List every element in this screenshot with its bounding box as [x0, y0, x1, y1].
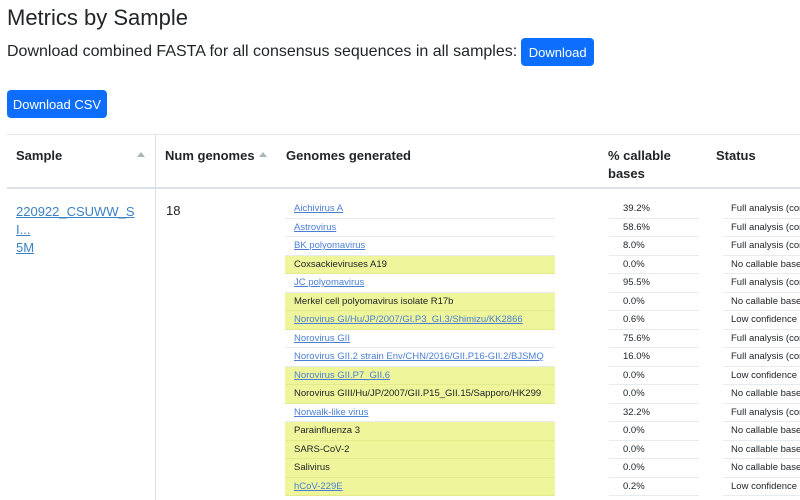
callable-line-1: % callable: [608, 148, 671, 163]
sort-icon[interactable]: [137, 152, 145, 157]
genome-row: Norovirus GII.2 strain Env/CHN/2016/GII.…: [285, 348, 555, 367]
metrics-table: Sample Num genomes Genomes generated % c…: [7, 134, 800, 500]
genome-link[interactable]: Astrovirus: [294, 222, 336, 233]
status-value: Full analysis (consensus): [723, 237, 800, 256]
status-value: Low confidence: [723, 311, 800, 330]
genome-link[interactable]: Norwalk-like virus: [294, 407, 368, 418]
num-genomes-value: 18: [166, 203, 181, 218]
column-header-num-genomes[interactable]: Num genomes: [156, 135, 276, 190]
status-value: No callable bases: [723, 293, 800, 311]
sample-link-line-1: 220922_CSUWW_SI...: [16, 204, 135, 237]
callable-bases-value: 0.0%: [609, 422, 699, 441]
status-value: No callable bases: [723, 422, 800, 441]
genome-name: Salivirus: [294, 462, 330, 473]
genome-row: BK polyomavirus: [285, 237, 555, 256]
column-header-genomes-generated-label: Genomes generated: [286, 148, 411, 163]
status-value: Full analysis (consensus): [723, 200, 800, 219]
status-list: Full analysis (consensus)Full analysis (…: [723, 200, 800, 496]
genome-link[interactable]: Norovirus GII: [294, 333, 350, 344]
sort-icon[interactable]: [259, 152, 267, 157]
callable-bases-value: 8.0%: [609, 237, 699, 256]
callable-bases-value: 32.2%: [609, 404, 699, 422]
callable-bases-value: 95.5%: [609, 274, 699, 293]
download-csv-button[interactable]: Download CSV: [7, 90, 107, 118]
column-divider: [155, 134, 156, 500]
callable-bases-value: 0.0%: [609, 385, 699, 404]
genome-name: Norovirus GIII/Hu/JP/2007/GII.P15_GII.15…: [294, 388, 542, 399]
callable-bases-value: 0.2%: [609, 478, 699, 496]
sample-link-line-2: 5M: [16, 240, 35, 255]
download-fasta-button[interactable]: Download: [521, 38, 595, 66]
callable-bases-value: 58.6%: [609, 219, 699, 237]
column-header-sample-label: Sample: [16, 148, 63, 163]
column-header-sample[interactable]: Sample: [7, 135, 155, 190]
genome-link[interactable]: hCoV-229E: [294, 481, 343, 492]
genome-link[interactable]: Norovirus GI/Hu/JP/2007/GI.P3_GI.3/Shimi…: [294, 314, 523, 325]
genome-row: Merkel cell polyomavirus isolate R17b: [285, 292, 555, 311]
callable-bases-value: 39.2%: [609, 200, 699, 219]
callable-bases-value: 16.0%: [609, 348, 699, 367]
genome-row: Norovirus GI/Hu/JP/2007/GI.P3_GI.3/Shimi…: [285, 311, 555, 330]
genome-row: hCoV-229E: [285, 477, 555, 496]
column-header-num-genomes-label: Num genomes: [165, 148, 255, 163]
status-value: Full analysis (consensus): [723, 219, 800, 237]
column-header-callable-bases: % callable bases: [599, 135, 707, 190]
status-value: Full analysis (consensus): [723, 274, 800, 293]
callable-bases-value: 75.6%: [609, 330, 699, 348]
genome-row: Norovirus GII.P7_GII.6: [285, 366, 555, 385]
callable-bases-value: 0.0%: [609, 459, 699, 478]
callable-bases-list: 39.2% 58.6% 8.0% 0.0% 95.5% 0.0% 0.6% 75.6% 16.0…: [609, 200, 699, 496]
genome-row: Norovirus GII: [285, 330, 555, 348]
genome-name: Parainfluenza 3: [294, 425, 361, 436]
genome-row: Parainfluenza 3: [285, 422, 555, 441]
genome-name: Coxsackieviruses A19: [294, 258, 387, 270]
genome-row: Coxsackieviruses A19: [285, 255, 555, 274]
status-value: Full analysis (consensus): [723, 348, 800, 367]
callable-bases-value: 0.6%: [609, 311, 699, 330]
sample-link[interactable]: 220922_CSUWW_SI... 5M: [16, 203, 144, 257]
genome-name: SARS-CoV-2: [294, 443, 350, 455]
genome-link[interactable]: Aichivirus A: [294, 203, 343, 214]
genome-row: JC polyomavirus: [285, 274, 555, 293]
callable-bases-value: 0.0%: [609, 293, 699, 311]
status-value: Full analysis (consensus): [723, 330, 800, 348]
column-header-status: Status: [707, 135, 800, 190]
column-header-status-label: Status: [716, 148, 756, 163]
status-value: Full analysis (consensus): [723, 404, 800, 422]
table-header: Sample Num genomes Genomes generated % c…: [7, 134, 800, 189]
status-value: No callable bases: [723, 441, 800, 459]
callable-line-2: bases: [608, 166, 645, 181]
callable-bases-value: 0.0%: [609, 441, 699, 459]
status-value: No callable bases: [723, 459, 800, 478]
genome-link[interactable]: Norovirus GII.2 strain Env/CHN/2016/GII.…: [294, 351, 544, 362]
genome-list: Aichivirus A Astrovirus BK polyomavirus Cox…: [285, 200, 555, 496]
column-header-callable-bases-label: % callable bases: [608, 147, 671, 183]
genome-row: Salivirus: [285, 459, 555, 478]
genome-row: Astrovirus: [285, 219, 555, 237]
genome-row: Norovirus GIII/Hu/JP/2007/GII.P15_GII.15…: [285, 385, 555, 404]
column-header-genomes-generated: Genomes generated: [277, 135, 599, 190]
status-value: Low confidence: [723, 367, 800, 385]
status-value: No callable bases: [723, 385, 800, 404]
genome-name: Merkel cell polyomavirus isolate R17b: [294, 295, 454, 307]
fasta-download-row: Download combined FASTA for all consensu…: [7, 38, 595, 66]
genome-row: Norwalk-like virus: [285, 404, 555, 422]
genome-link[interactable]: Norovirus GII.P7_GII.6: [294, 370, 390, 381]
genome-link[interactable]: BK polyomavirus: [294, 240, 365, 251]
status-value: No callable bases: [723, 256, 800, 274]
fasta-download-text: Download combined FASTA for all consensu…: [7, 43, 518, 60]
callable-bases-value: 0.0%: [609, 367, 699, 385]
callable-bases-value: 0.0%: [609, 256, 699, 274]
genome-row: SARS-CoV-2: [285, 440, 555, 459]
page-title: Metrics by Sample: [7, 5, 188, 30]
genome-row: Aichivirus A: [285, 200, 555, 219]
status-value: Low confidence: [723, 478, 800, 496]
genome-link[interactable]: JC polyomavirus: [294, 277, 364, 288]
